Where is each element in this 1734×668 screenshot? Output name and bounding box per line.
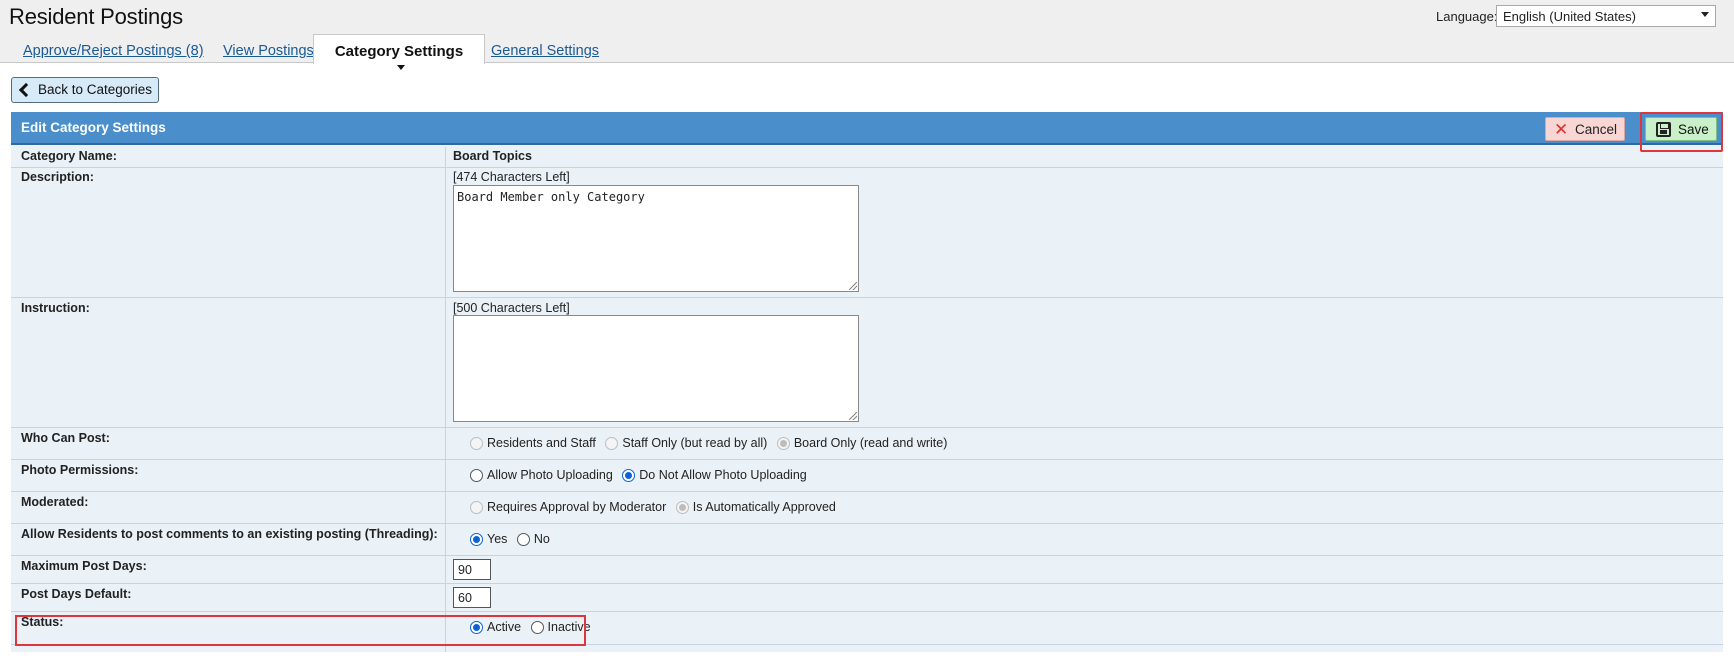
radio-requires-approval[interactable]: Requires Approval by Moderator [470, 500, 666, 514]
radio-circle [470, 468, 483, 482]
instruction-textarea[interactable] [453, 315, 859, 422]
row-divider [11, 523, 1723, 524]
radio-label: Do Not Allow Photo Uploading [639, 468, 807, 482]
radio-allow-photo-uploading[interactable]: Allow Photo Uploading [470, 468, 613, 482]
instruction-counter: [500 Characters Left] [453, 301, 570, 315]
radio-circle [675, 500, 689, 514]
threading-label: Allow Residents to post comments to an e… [21, 527, 438, 541]
radio-label: Requires Approval by Moderator [487, 500, 667, 514]
photo-permissions-radio-group: Allow Photo Uploading Do Not Allow Photo… [470, 468, 813, 485]
instruction-label: Instruction: [21, 301, 90, 315]
moderated-label: Moderated: [21, 495, 89, 509]
description-text: Board Member only Category [457, 190, 645, 204]
resize-handle-icon[interactable] [849, 282, 857, 290]
radio-label: Residents and Staff [487, 436, 596, 450]
post-days-default-label: Post Days Default: [21, 587, 132, 601]
language-label: Language: [1436, 9, 1498, 24]
language-select-value: English (United States) [1503, 9, 1636, 24]
radio-label: Yes [487, 532, 508, 546]
caret-down-icon [397, 65, 405, 70]
radio-automatically-approved[interactable]: Is Automatically Approved [675, 500, 836, 514]
radio-label: Staff Only (but read by all) [622, 436, 768, 450]
threading-radio-group: Yes No [470, 532, 556, 549]
tab-approve-reject-postings[interactable]: Approve/Reject Postings (8) [23, 43, 204, 59]
x-icon: ✕ [1554, 120, 1569, 139]
panel-header: Edit Category Settings ✕ Cancel Save [11, 112, 1723, 145]
radio-circle [470, 532, 483, 546]
language-select[interactable]: English (United States) [1496, 5, 1716, 27]
row-divider [11, 297, 1723, 298]
row-divider [11, 427, 1723, 428]
radio-circle [516, 532, 530, 546]
row-divider [11, 583, 1723, 584]
radio-circle [776, 436, 790, 450]
radio-label: Board Only (read and write) [793, 436, 948, 450]
radio-label: No [533, 532, 550, 546]
radio-label: Is Automatically Approved [692, 500, 836, 514]
row-divider [11, 167, 1723, 168]
description-counter: [474 Characters Left] [453, 170, 570, 184]
radio-board-only[interactable]: Board Only (read and write) [776, 436, 948, 450]
back-to-categories-button[interactable]: Back to Categories [11, 77, 159, 103]
edit-category-panel: Edit Category Settings ✕ Cancel Save Cat… [11, 112, 1723, 652]
column-divider [445, 147, 446, 652]
page-title: Resident Postings [9, 4, 183, 29]
save-highlight-box [1640, 112, 1723, 152]
resize-handle-icon[interactable] [849, 412, 857, 420]
back-to-categories-label: Back to Categories [38, 82, 153, 97]
chevron-down-icon [1701, 12, 1709, 17]
radio-label: Allow Photo Uploading [487, 468, 613, 482]
tab-general-settings[interactable]: General Settings [491, 43, 599, 59]
row-divider [11, 611, 1723, 612]
description-label: Description: [21, 170, 94, 184]
row-divider [11, 491, 1723, 492]
max-post-days-input[interactable]: 90 [453, 559, 491, 580]
category-name-label: Category Name: [21, 149, 117, 163]
description-textarea[interactable]: Board Member only Category [453, 185, 859, 292]
tab-category-settings[interactable]: Category Settings [313, 34, 485, 70]
max-post-days-label: Maximum Post Days: [21, 559, 147, 573]
who-can-post-radio-group: Residents and Staff Staff Only (but read… [470, 436, 953, 453]
radio-circle [622, 468, 636, 482]
status-highlight-box [15, 615, 586, 646]
tab-category-settings-label: Category Settings [334, 43, 464, 60]
panel-title: Edit Category Settings [21, 120, 166, 135]
radio-circle [470, 500, 483, 514]
radio-circle [605, 436, 619, 450]
who-can-post-label: Who Can Post: [21, 431, 110, 445]
radio-threading-yes[interactable]: Yes [470, 532, 507, 546]
cancel-button[interactable]: ✕ Cancel [1545, 117, 1625, 141]
radio-residents-and-staff[interactable]: Residents and Staff [470, 436, 596, 450]
row-divider [11, 459, 1723, 460]
radio-do-not-allow-photo-uploading[interactable]: Do Not Allow Photo Uploading [622, 468, 807, 482]
radio-threading-no[interactable]: No [516, 532, 550, 546]
photo-permissions-label: Photo Permissions: [21, 463, 139, 477]
category-name-value: Board Topics [453, 149, 532, 163]
chevron-left-icon [18, 82, 34, 98]
post-days-default-input[interactable]: 60 [453, 587, 491, 608]
radio-staff-only[interactable]: Staff Only (but read by all) [605, 436, 767, 450]
cancel-label: Cancel [1575, 122, 1618, 137]
radio-circle [470, 436, 483, 450]
tab-view-postings[interactable]: View Postings [223, 43, 314, 59]
header-bar: Resident Postings Language: English (Uni… [0, 0, 1734, 70]
row-divider [11, 555, 1723, 556]
moderated-radio-group: Requires Approval by Moderator Is Automa… [470, 500, 842, 517]
